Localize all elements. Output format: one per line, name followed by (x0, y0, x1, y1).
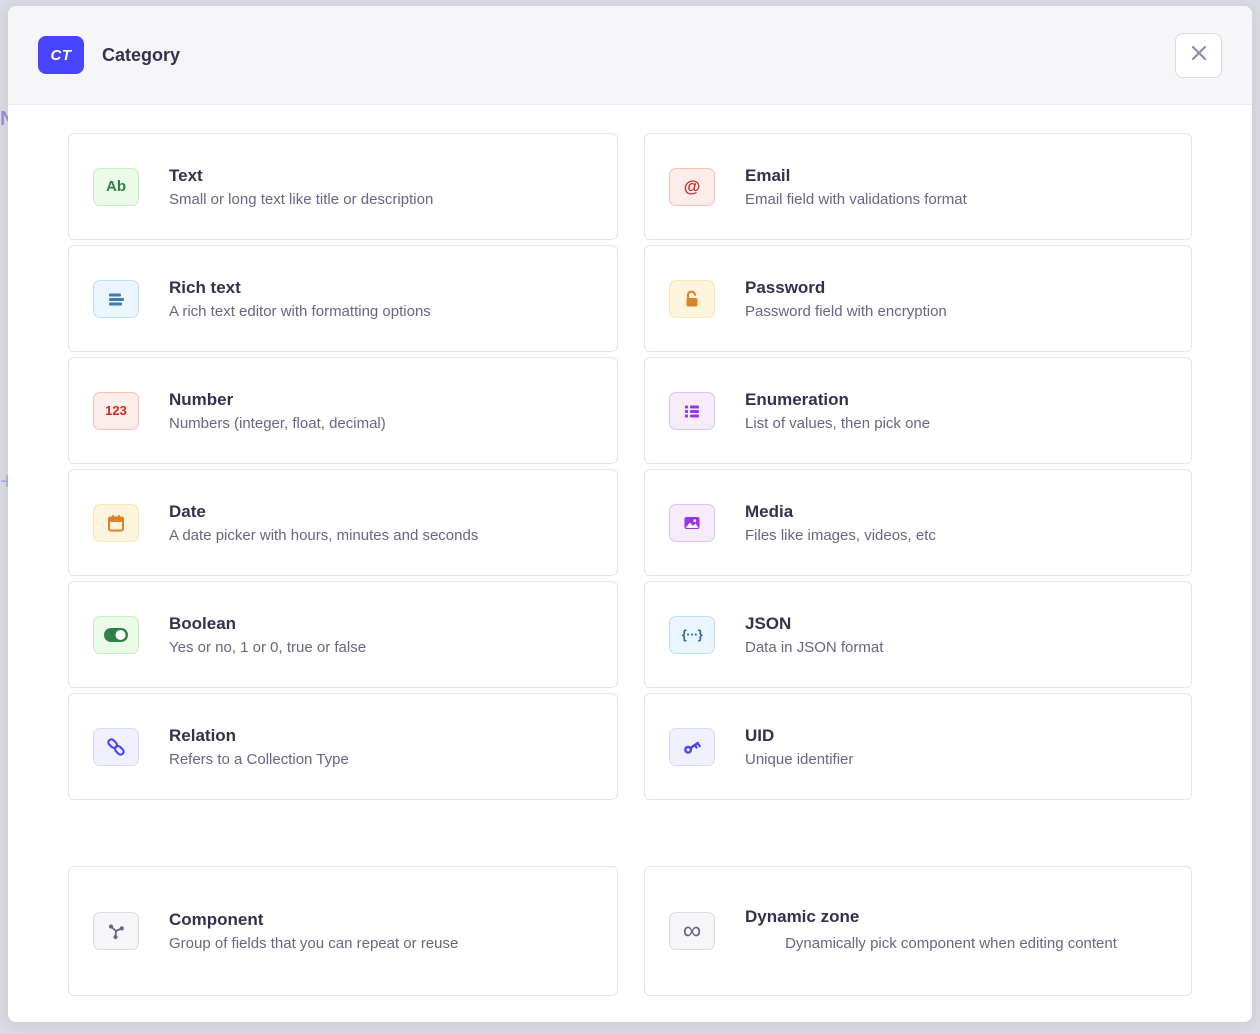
field-description: Dynamically pick component when editing … (745, 932, 1157, 955)
content-type-badge: CT (38, 36, 84, 74)
field-title: Dynamic zone (745, 907, 1157, 927)
component-field-icon (93, 912, 139, 950)
special-fields-grid: Component Group of fields that you can r… (68, 866, 1192, 996)
uid-field-icon (669, 728, 715, 766)
braces-glyph: {···} (682, 627, 703, 642)
dynamic-zone-field-icon: ∞ (669, 912, 715, 950)
123-glyph: 123 (105, 403, 127, 418)
field-card-component[interactable]: Component Group of fields that you can r… (68, 866, 618, 996)
password-field-icon (669, 280, 715, 318)
modal-header: CT Category (8, 6, 1252, 105)
field-description: Email field with validations format (745, 191, 967, 208)
field-card-text[interactable]: Ab Text Small or long text like title or… (68, 133, 618, 240)
field-card-media[interactable]: Media Files like images, videos, etc (644, 469, 1192, 576)
lock-icon (681, 288, 703, 310)
field-description: A date picker with hours, minutes and se… (169, 527, 478, 544)
field-card-number[interactable]: 123 Number Numbers (integer, float, deci… (68, 357, 618, 464)
field-title: Boolean (169, 614, 366, 634)
calendar-icon (105, 512, 127, 534)
field-title: UID (745, 726, 853, 746)
field-card-relation[interactable]: Relation Refers to a Collection Type (68, 693, 618, 800)
field-description: Group of fields that you can repeat or r… (169, 935, 458, 952)
field-description: Data in JSON format (745, 639, 883, 656)
toggle-on-icon (103, 626, 129, 644)
field-card-email[interactable]: @ Email Email field with validations for… (644, 133, 1192, 240)
default-fields-grid: Ab Text Small or long text like title or… (68, 133, 1192, 800)
nodes-icon (105, 920, 127, 942)
at-sign-glyph: @ (684, 177, 701, 197)
relation-field-icon (93, 728, 139, 766)
enumeration-field-icon (669, 392, 715, 430)
field-title: Relation (169, 726, 349, 746)
field-title: Component (169, 910, 458, 930)
field-description: List of values, then pick one (745, 415, 930, 432)
field-description: A rich text editor with formatting optio… (169, 303, 431, 320)
field-card-dynamic-zone[interactable]: ∞ Dynamic zone Dynamically pick componen… (644, 866, 1192, 996)
field-card-boolean[interactable]: Boolean Yes or no, 1 or 0, true or false (68, 581, 618, 688)
field-title: Text (169, 166, 433, 186)
number-field-icon: 123 (93, 392, 139, 430)
field-description: Numbers (integer, float, decimal) (169, 415, 386, 432)
field-type-list: Ab Text Small or long text like title or… (8, 105, 1252, 1022)
field-title: Rich text (169, 278, 431, 298)
field-card-enumeration[interactable]: Enumeration List of values, then pick on… (644, 357, 1192, 464)
field-title: Number (169, 390, 386, 410)
boolean-field-icon (93, 616, 139, 654)
field-title: Email (745, 166, 967, 186)
field-title: Media (745, 502, 936, 522)
field-title: Enumeration (745, 390, 930, 410)
select-field-modal: CT Category Ab Text Small or long text l… (8, 6, 1252, 1022)
field-card-date[interactable]: Date A date picker with hours, minutes a… (68, 469, 618, 576)
field-card-uid[interactable]: UID Unique identifier (644, 693, 1192, 800)
richtext-field-icon (93, 280, 139, 318)
media-field-icon (669, 504, 715, 542)
field-title: JSON (745, 614, 883, 634)
picture-icon (681, 512, 703, 534)
field-description: Unique identifier (745, 751, 853, 768)
modal-title: Category (102, 45, 180, 66)
field-description: Password field with encryption (745, 303, 947, 320)
ab-glyph: Ab (106, 178, 126, 195)
bullet-list-icon (681, 400, 703, 422)
field-description: Yes or no, 1 or 0, true or false (169, 639, 366, 656)
field-card-richtext[interactable]: Rich text A rich text editor with format… (68, 245, 618, 352)
field-title: Date (169, 502, 478, 522)
field-description: Small or long text like title or descrip… (169, 191, 433, 208)
field-card-json[interactable]: {···} JSON Data in JSON format (644, 581, 1192, 688)
date-field-icon (93, 504, 139, 542)
close-button[interactable] (1175, 33, 1222, 78)
infinity-glyph: ∞ (683, 917, 702, 946)
json-field-icon: {···} (669, 616, 715, 654)
chain-link-icon (105, 736, 127, 758)
close-icon (1188, 42, 1210, 69)
key-icon (681, 736, 703, 758)
field-description: Files like images, videos, etc (745, 527, 936, 544)
text-lines-icon (105, 288, 127, 310)
field-card-password[interactable]: Password Password field with encryption (644, 245, 1192, 352)
email-field-icon: @ (669, 168, 715, 206)
field-title: Password (745, 278, 947, 298)
text-field-icon: Ab (93, 168, 139, 206)
field-description: Refers to a Collection Type (169, 751, 349, 768)
